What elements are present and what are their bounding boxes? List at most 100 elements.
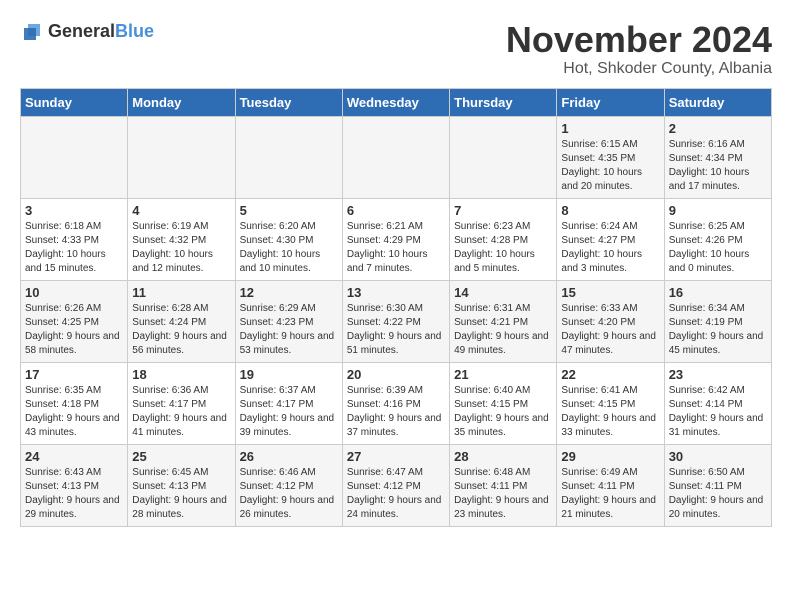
calendar-cell: 26 Sunrise: 6:46 AM Sunset: 4:12 PM Dayli… bbox=[235, 444, 342, 526]
logo: GeneralBlue bbox=[20, 20, 154, 44]
calendar-cell: 27 Sunrise: 6:47 AM Sunset: 4:12 PM Dayli… bbox=[342, 444, 449, 526]
title-area: November 2024 Hot, Shkoder County, Alban… bbox=[506, 20, 772, 78]
calendar-cell bbox=[342, 116, 449, 198]
calendar-cell: 11 Sunrise: 6:28 AM Sunset: 4:24 PM Dayli… bbox=[128, 280, 235, 362]
calendar-cell: 22Sunrise: 6:41 AM Sunset: 4:15 PM Dayli… bbox=[557, 362, 664, 444]
day-number: 18 bbox=[132, 367, 230, 382]
day-number: 19 bbox=[240, 367, 338, 382]
day-info: Sunrise: 6:16 AM Sunset: 4:34 PM Dayligh… bbox=[669, 138, 767, 194]
calendar-cell: 19 Sunrise: 6:37 AM Sunset: 4:17 PM Dayli… bbox=[235, 362, 342, 444]
calendar-cell: 4 Sunrise: 6:19 AM Sunset: 4:32 PM Daylig… bbox=[128, 198, 235, 280]
day-number: 2 bbox=[669, 121, 767, 136]
location-subtitle: Hot, Shkoder County, Albania bbox=[506, 60, 772, 78]
day-number: 29 bbox=[561, 449, 659, 464]
day-info: Sunrise: 6:48 AM Sunset: 4:11 PM Dayligh… bbox=[454, 466, 552, 522]
calendar-cell: 25 Sunrise: 6:45 AM Sunset: 4:13 PM Dayli… bbox=[128, 444, 235, 526]
day-info: Sunrise: 6:31 AM Sunset: 4:21 PM Dayligh… bbox=[454, 302, 552, 358]
weekday-header-friday: Friday bbox=[557, 88, 664, 116]
day-info: Sunrise: 6:28 AM Sunset: 4:24 PM Dayligh… bbox=[132, 302, 230, 358]
day-info: Sunrise: 6:37 AM Sunset: 4:17 PM Dayligh… bbox=[240, 384, 338, 440]
calendar-week-2: 3Sunrise: 6:18 AM Sunset: 4:33 PM Daylig… bbox=[21, 198, 772, 280]
calendar-cell: 9 Sunrise: 6:25 AM Sunset: 4:26 PM Daylig… bbox=[664, 198, 771, 280]
weekday-header-row: SundayMondayTuesdayWednesdayThursdayFrid… bbox=[21, 88, 772, 116]
day-info: Sunrise: 6:43 AM Sunset: 4:13 PM Dayligh… bbox=[25, 466, 123, 522]
day-number: 8 bbox=[561, 203, 659, 218]
day-number: 16 bbox=[669, 285, 767, 300]
day-number: 24 bbox=[25, 449, 123, 464]
day-number: 20 bbox=[347, 367, 445, 382]
calendar-cell: 5 Sunrise: 6:20 AM Sunset: 4:30 PM Daylig… bbox=[235, 198, 342, 280]
calendar-cell bbox=[21, 116, 128, 198]
calendar-cell: 29 Sunrise: 6:49 AM Sunset: 4:11 PM Dayli… bbox=[557, 444, 664, 526]
calendar-cell bbox=[128, 116, 235, 198]
day-info: Sunrise: 6:26 AM Sunset: 4:25 PM Dayligh… bbox=[25, 302, 123, 358]
day-info: Sunrise: 6:47 AM Sunset: 4:12 PM Dayligh… bbox=[347, 466, 445, 522]
calendar-week-1: 1Sunrise: 6:15 AM Sunset: 4:35 PM Daylig… bbox=[21, 116, 772, 198]
calendar-cell: 21Sunrise: 6:40 AM Sunset: 4:15 PM Dayli… bbox=[450, 362, 557, 444]
day-info: Sunrise: 6:21 AM Sunset: 4:29 PM Dayligh… bbox=[347, 220, 445, 276]
day-number: 10 bbox=[25, 285, 123, 300]
day-info: Sunrise: 6:49 AM Sunset: 4:11 PM Dayligh… bbox=[561, 466, 659, 522]
day-info: Sunrise: 6:19 AM Sunset: 4:32 PM Dayligh… bbox=[132, 220, 230, 276]
calendar-cell: 23 Sunrise: 6:42 AM Sunset: 4:14 PM Dayli… bbox=[664, 362, 771, 444]
day-number: 12 bbox=[240, 285, 338, 300]
calendar-cell: 13 Sunrise: 6:30 AM Sunset: 4:22 PM Dayli… bbox=[342, 280, 449, 362]
day-info: Sunrise: 6:45 AM Sunset: 4:13 PM Dayligh… bbox=[132, 466, 230, 522]
day-number: 9 bbox=[669, 203, 767, 218]
day-info: Sunrise: 6:23 AM Sunset: 4:28 PM Dayligh… bbox=[454, 220, 552, 276]
day-number: 30 bbox=[669, 449, 767, 464]
calendar-cell: 18 Sunrise: 6:36 AM Sunset: 4:17 PM Dayli… bbox=[128, 362, 235, 444]
day-number: 6 bbox=[347, 203, 445, 218]
calendar-cell: 7 Sunrise: 6:23 AM Sunset: 4:28 PM Daylig… bbox=[450, 198, 557, 280]
day-info: Sunrise: 6:46 AM Sunset: 4:12 PM Dayligh… bbox=[240, 466, 338, 522]
day-info: Sunrise: 6:42 AM Sunset: 4:14 PM Dayligh… bbox=[669, 384, 767, 440]
calendar-cell: 28Sunrise: 6:48 AM Sunset: 4:11 PM Dayli… bbox=[450, 444, 557, 526]
calendar-cell: 17Sunrise: 6:35 AM Sunset: 4:18 PM Dayli… bbox=[21, 362, 128, 444]
day-number: 1 bbox=[561, 121, 659, 136]
day-info: Sunrise: 6:25 AM Sunset: 4:26 PM Dayligh… bbox=[669, 220, 767, 276]
calendar-cell bbox=[235, 116, 342, 198]
day-info: Sunrise: 6:24 AM Sunset: 4:27 PM Dayligh… bbox=[561, 220, 659, 276]
day-number: 13 bbox=[347, 285, 445, 300]
day-number: 17 bbox=[25, 367, 123, 382]
calendar-cell: 8 Sunrise: 6:24 AM Sunset: 4:27 PM Daylig… bbox=[557, 198, 664, 280]
logo-icon bbox=[20, 20, 44, 44]
day-info: Sunrise: 6:29 AM Sunset: 4:23 PM Dayligh… bbox=[240, 302, 338, 358]
calendar-cell: 3Sunrise: 6:18 AM Sunset: 4:33 PM Daylig… bbox=[21, 198, 128, 280]
calendar-cell: 1Sunrise: 6:15 AM Sunset: 4:35 PM Daylig… bbox=[557, 116, 664, 198]
weekday-header-wednesday: Wednesday bbox=[342, 88, 449, 116]
day-info: Sunrise: 6:36 AM Sunset: 4:17 PM Dayligh… bbox=[132, 384, 230, 440]
day-number: 4 bbox=[132, 203, 230, 218]
day-number: 27 bbox=[347, 449, 445, 464]
day-number: 26 bbox=[240, 449, 338, 464]
day-info: Sunrise: 6:50 AM Sunset: 4:11 PM Dayligh… bbox=[669, 466, 767, 522]
month-title: November 2024 bbox=[506, 20, 772, 60]
calendar-cell: 2 Sunrise: 6:16 AM Sunset: 4:34 PM Daylig… bbox=[664, 116, 771, 198]
day-info: Sunrise: 6:18 AM Sunset: 4:33 PM Dayligh… bbox=[25, 220, 123, 276]
weekday-header-sunday: Sunday bbox=[21, 88, 128, 116]
day-info: Sunrise: 6:33 AM Sunset: 4:20 PM Dayligh… bbox=[561, 302, 659, 358]
calendar-table: SundayMondayTuesdayWednesdayThursdayFrid… bbox=[20, 88, 772, 527]
logo-general: GeneralBlue bbox=[48, 22, 154, 42]
day-number: 7 bbox=[454, 203, 552, 218]
day-number: 25 bbox=[132, 449, 230, 464]
calendar-cell: 30 Sunrise: 6:50 AM Sunset: 4:11 PM Dayli… bbox=[664, 444, 771, 526]
day-info: Sunrise: 6:30 AM Sunset: 4:22 PM Dayligh… bbox=[347, 302, 445, 358]
day-number: 14 bbox=[454, 285, 552, 300]
calendar-cell: 14 Sunrise: 6:31 AM Sunset: 4:21 PM Dayli… bbox=[450, 280, 557, 362]
day-number: 23 bbox=[669, 367, 767, 382]
day-info: Sunrise: 6:20 AM Sunset: 4:30 PM Dayligh… bbox=[240, 220, 338, 276]
weekday-header-tuesday: Tuesday bbox=[235, 88, 342, 116]
day-number: 11 bbox=[132, 285, 230, 300]
day-number: 15 bbox=[561, 285, 659, 300]
calendar-cell: 24 Sunrise: 6:43 AM Sunset: 4:13 PM Dayli… bbox=[21, 444, 128, 526]
calendar-cell: 16Sunrise: 6:34 AM Sunset: 4:19 PM Dayli… bbox=[664, 280, 771, 362]
calendar-week-5: 24 Sunrise: 6:43 AM Sunset: 4:13 PM Dayli… bbox=[21, 444, 772, 526]
calendar-week-4: 17Sunrise: 6:35 AM Sunset: 4:18 PM Dayli… bbox=[21, 362, 772, 444]
day-number: 5 bbox=[240, 203, 338, 218]
weekday-header-monday: Monday bbox=[128, 88, 235, 116]
calendar-cell: 6 Sunrise: 6:21 AM Sunset: 4:29 PM Daylig… bbox=[342, 198, 449, 280]
calendar-cell: 15 Sunrise: 6:33 AM Sunset: 4:20 PM Dayli… bbox=[557, 280, 664, 362]
calendar-cell: 12 Sunrise: 6:29 AM Sunset: 4:23 PM Dayli… bbox=[235, 280, 342, 362]
calendar-cell bbox=[450, 116, 557, 198]
